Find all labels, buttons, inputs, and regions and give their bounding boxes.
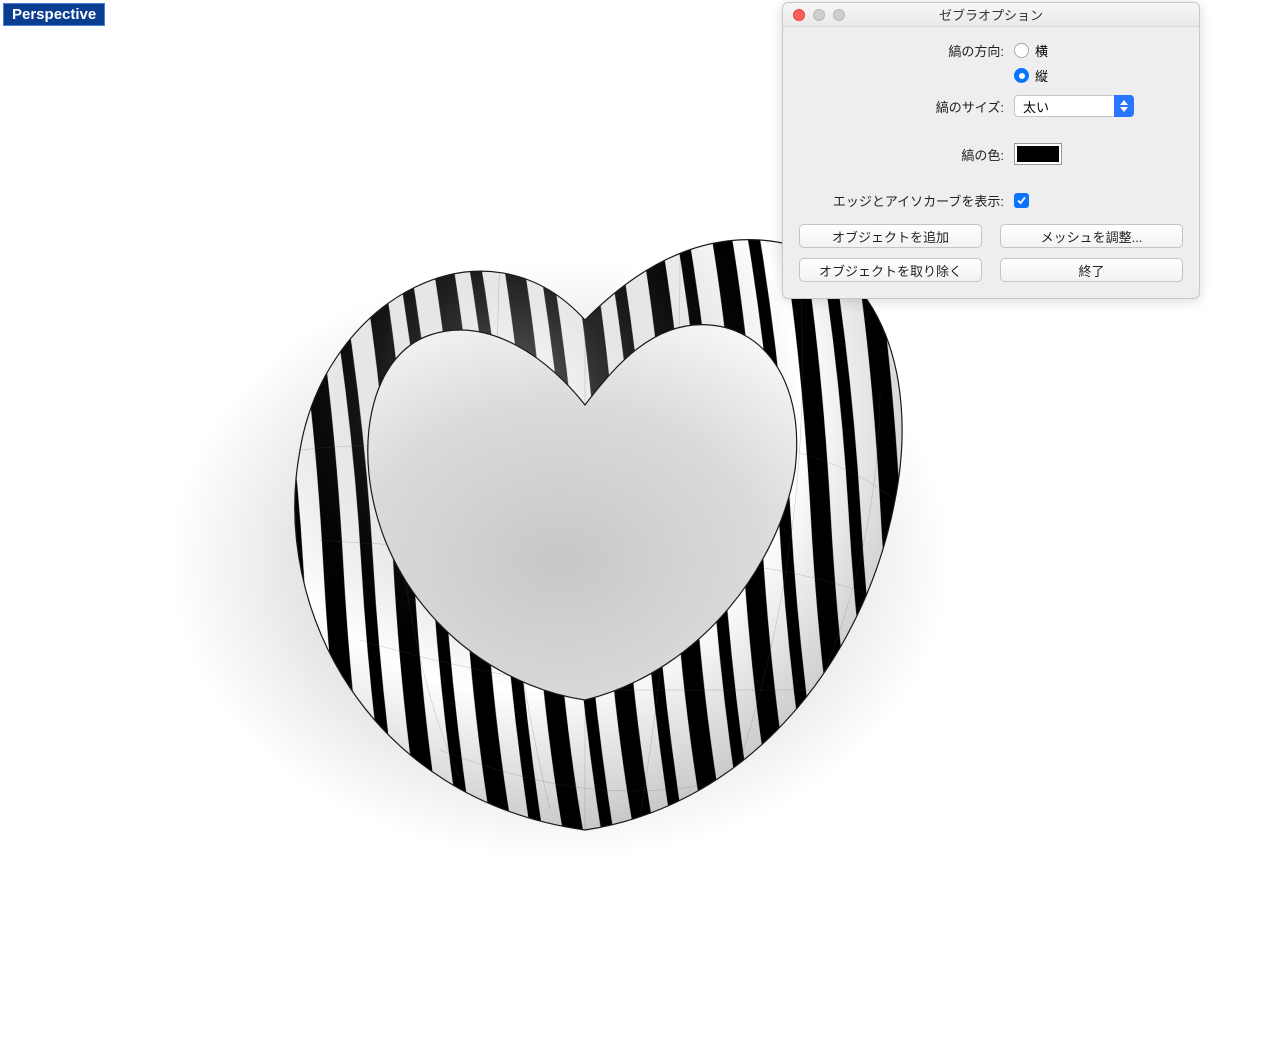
radio-label-horizontal: 横: [1035, 41, 1048, 60]
dialog-titlebar[interactable]: ゼブラオプション: [783, 3, 1199, 27]
chevron-updown-icon[interactable]: [1114, 95, 1134, 117]
add-object-button[interactable]: オブジェクトを追加: [799, 224, 982, 248]
adjust-mesh-button[interactable]: メッシュを調整...: [1000, 224, 1183, 248]
radio-label-vertical: 縦: [1035, 66, 1048, 85]
show-edges-checkbox[interactable]: [1014, 193, 1029, 208]
radio-direction-vertical[interactable]: 縦: [1014, 66, 1048, 85]
stripe-color-swatch[interactable]: [1014, 143, 1062, 165]
close-icon[interactable]: [793, 9, 805, 21]
finish-button[interactable]: 終了: [1000, 258, 1183, 282]
minimize-icon: [813, 9, 825, 21]
stripe-size-select[interactable]: 太い: [1014, 95, 1134, 117]
stripe-size-label: 縞のサイズ:: [799, 97, 1004, 116]
zebra-options-dialog: ゼブラオプション 縞の方向: 横 縦 縞のサイズ: 太い: [782, 2, 1200, 299]
zoom-icon: [833, 9, 845, 21]
stripe-direction-label: 縞の方向:: [799, 41, 1004, 60]
viewport-label[interactable]: Perspective: [3, 3, 105, 26]
radio-direction-horizontal[interactable]: 横: [1014, 41, 1048, 60]
show-edges-label: エッジとアイソカーブを表示:: [799, 191, 1004, 210]
stripe-color-label: 縞の色:: [799, 145, 1004, 164]
dialog-title: ゼブラオプション: [783, 5, 1199, 24]
remove-object-button[interactable]: オブジェクトを取り除く: [799, 258, 982, 282]
